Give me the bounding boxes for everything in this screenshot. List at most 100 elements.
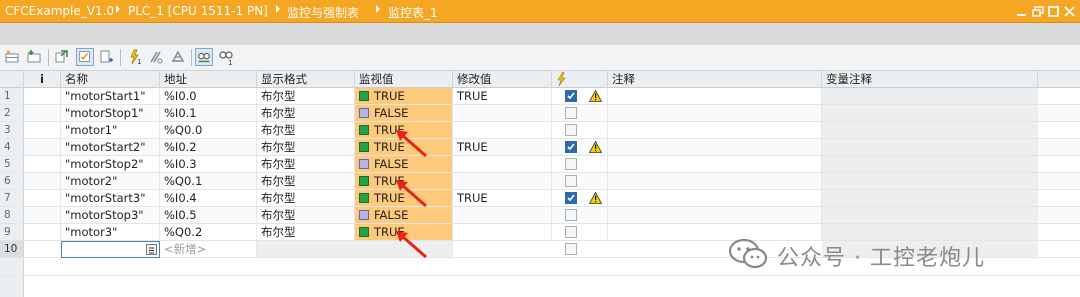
table-row[interactable]: 8 "motorStop3" %I0.5 布尔型 FALSE [0, 207, 1080, 224]
address-cell[interactable]: %Q0.1 [160, 173, 257, 189]
modify-checkbox[interactable] [565, 107, 577, 119]
address-cell[interactable]: %I0.5 [160, 207, 257, 223]
display-format-cell[interactable]: 布尔型 [257, 139, 355, 155]
modify-checkbox[interactable] [565, 209, 577, 221]
modify-checkbox[interactable] [565, 124, 577, 136]
modify-value-cell[interactable] [453, 122, 552, 138]
modify-checkbox[interactable] [565, 192, 577, 204]
modify-value-cell[interactable] [453, 156, 552, 172]
tag-name-cell[interactable]: "motorStart3" [61, 190, 160, 206]
address-cell[interactable]: %I0.0 [160, 88, 257, 104]
tag-comment-cell [822, 190, 1038, 206]
table-row[interactable]: 3 "motor1" %Q0.0 布尔型 TRUE [0, 122, 1080, 139]
tag-name-cell[interactable]: "motorStart1" [61, 88, 160, 104]
table-row[interactable]: 7 "motorStart3" %I0.4 布尔型 TRUE TRUE [0, 190, 1080, 207]
address-cell[interactable]: %I0.4 [160, 190, 257, 206]
monitor-once-icon[interactable] [98, 48, 116, 66]
modify-now-icon[interactable] [147, 48, 165, 66]
modify-checkbox[interactable] [565, 141, 577, 153]
modify-value-cell[interactable]: TRUE [453, 190, 552, 206]
breadcrumb-watch-tables[interactable]: 监控与强制表 [287, 4, 359, 21]
modify-value-cell[interactable] [453, 207, 552, 223]
comment-cell[interactable] [608, 105, 822, 121]
modify-checkbox[interactable] [565, 90, 577, 102]
table-row[interactable]: 4 "motorStart2" %I0.2 布尔型 TRUE TRUE [0, 139, 1080, 156]
address-cell[interactable]: %I0.3 [160, 156, 257, 172]
comment-cell[interactable] [608, 139, 822, 155]
display-format-cell[interactable]: 布尔型 [257, 207, 355, 223]
display-format-cell[interactable]: 布尔型 [257, 156, 355, 172]
display-format-cell[interactable]: 布尔型 [257, 190, 355, 206]
breadcrumb-watch-table[interactable]: 监控表_1 [388, 4, 438, 21]
address-cell[interactable]: %Q0.0 [160, 122, 257, 138]
column-header-monitor-value[interactable]: 监视值 [355, 71, 453, 88]
warning-icon [589, 141, 602, 153]
tag-name-cell[interactable]: "motorStart2" [61, 139, 160, 155]
column-header-comment[interactable]: 注释 [608, 71, 822, 88]
modify-value-cell[interactable] [453, 173, 552, 189]
info-column-header: i [24, 71, 61, 88]
float-icon[interactable] [1032, 6, 1044, 17]
comment-cell[interactable] [608, 224, 822, 240]
display-format-cell[interactable]: 布尔型 [257, 88, 355, 104]
address-cell[interactable]: %I0.2 [160, 139, 257, 155]
force-icon[interactable] [169, 48, 187, 66]
maximize-icon[interactable] [1048, 6, 1060, 17]
table-row[interactable]: 6 "motor2" %Q0.1 布尔型 TRUE [0, 173, 1080, 190]
modify-checkbox[interactable] [565, 175, 577, 187]
column-header-tag-comment[interactable]: 变量注释 [822, 71, 1038, 88]
table-row[interactable]: 2 "motorStop1" %I0.1 布尔型 FALSE [0, 105, 1080, 122]
modify-icon[interactable]: 1 [125, 48, 143, 66]
monitor-value-text: FALSE [374, 208, 409, 222]
show-modify-icon[interactable]: 1 [217, 48, 235, 66]
column-header-address[interactable]: 地址 [160, 71, 257, 88]
monitor-all-icon[interactable] [76, 48, 94, 66]
close-icon[interactable] [1064, 6, 1076, 17]
display-format-cell[interactable]: 布尔型 [257, 105, 355, 121]
modify-checkbox[interactable] [565, 158, 577, 170]
comment-cell[interactable] [608, 122, 822, 138]
tag-name-cell[interactable]: "motorStop2" [61, 156, 160, 172]
breadcrumb-plc[interactable]: PLC_1 [CPU 1511-1 PN] [128, 4, 268, 18]
add-row-icon[interactable] [4, 48, 22, 66]
address-cell[interactable]: %I0.1 [160, 105, 257, 121]
warning-icon [589, 192, 602, 204]
minimize-icon[interactable] [1016, 6, 1028, 17]
modify-value-cell[interactable] [453, 224, 552, 240]
column-header-display-format[interactable]: 显示格式 [257, 71, 355, 88]
modify-checkbox[interactable] [565, 226, 577, 238]
column-header-modify-flag[interactable] [552, 71, 608, 88]
modify-checkbox[interactable] [565, 243, 577, 255]
column-header-name[interactable]: 名称 [61, 71, 160, 88]
tag-name-cell[interactable]: "motor3" [61, 224, 160, 240]
table-row[interactable]: 5 "motorStop2" %I0.3 布尔型 FALSE [0, 156, 1080, 173]
new-tag-name-input[interactable] [61, 241, 160, 258]
insert-row-icon[interactable] [25, 48, 43, 66]
tag-name-cell[interactable]: "motorStop1" [61, 105, 160, 121]
info-cell [24, 156, 61, 172]
address-cell[interactable]: %Q0.2 [160, 224, 257, 240]
table-row[interactable]: 9 "motor3" %Q0.2 布尔型 TRUE [0, 224, 1080, 241]
column-header-modify-value[interactable]: 修改值 [453, 71, 552, 88]
row-number: 5 [0, 156, 24, 172]
comment-cell[interactable] [608, 88, 822, 104]
modify-value-cell[interactable] [453, 105, 552, 121]
tag-name-cell[interactable]: "motorStop3" [61, 207, 160, 223]
modify-flag-cell [552, 122, 608, 138]
comment-cell[interactable] [608, 156, 822, 172]
show-extended-icon[interactable] [195, 48, 213, 66]
comment-cell[interactable] [608, 173, 822, 189]
display-format-cell[interactable]: 布尔型 [257, 224, 355, 240]
modify-value-cell[interactable]: TRUE [453, 88, 552, 104]
tag-name-cell[interactable]: "motor2" [61, 173, 160, 189]
tag-browse-button[interactable] [146, 244, 157, 255]
display-format-cell[interactable]: 布尔型 [257, 173, 355, 189]
display-format-cell[interactable]: 布尔型 [257, 122, 355, 138]
tag-name-cell[interactable]: "motor1" [61, 122, 160, 138]
modify-value-cell[interactable]: TRUE [453, 139, 552, 155]
update-icon[interactable] [53, 48, 71, 66]
breadcrumb-project[interactable]: CFCExample_V1.0 [5, 4, 114, 18]
comment-cell[interactable] [608, 190, 822, 206]
table-row[interactable]: 1 "motorStart1" %I0.0 布尔型 TRUE TRUE [0, 88, 1080, 105]
comment-cell[interactable] [608, 207, 822, 223]
